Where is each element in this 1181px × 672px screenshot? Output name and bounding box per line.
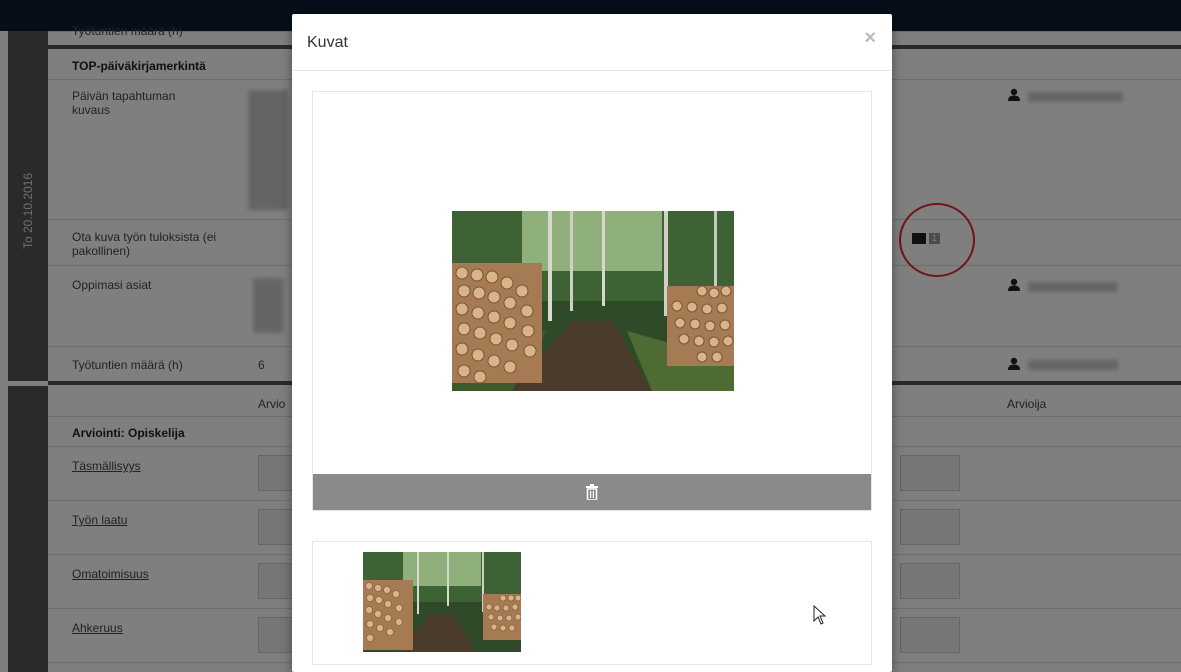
image-preview-panel [312,91,872,511]
preview-image [452,211,734,391]
delete-image-button[interactable] [313,474,871,510]
modal-title: Kuvat [307,34,348,51]
mouse-cursor-icon [813,605,827,625]
thumbnail-panel [312,541,872,665]
modal-header: Kuvat × [292,14,892,71]
image-thumbnail[interactable] [363,552,521,652]
images-modal: Kuvat × [292,14,892,672]
close-icon[interactable]: × [864,27,876,50]
trash-icon [586,484,598,500]
